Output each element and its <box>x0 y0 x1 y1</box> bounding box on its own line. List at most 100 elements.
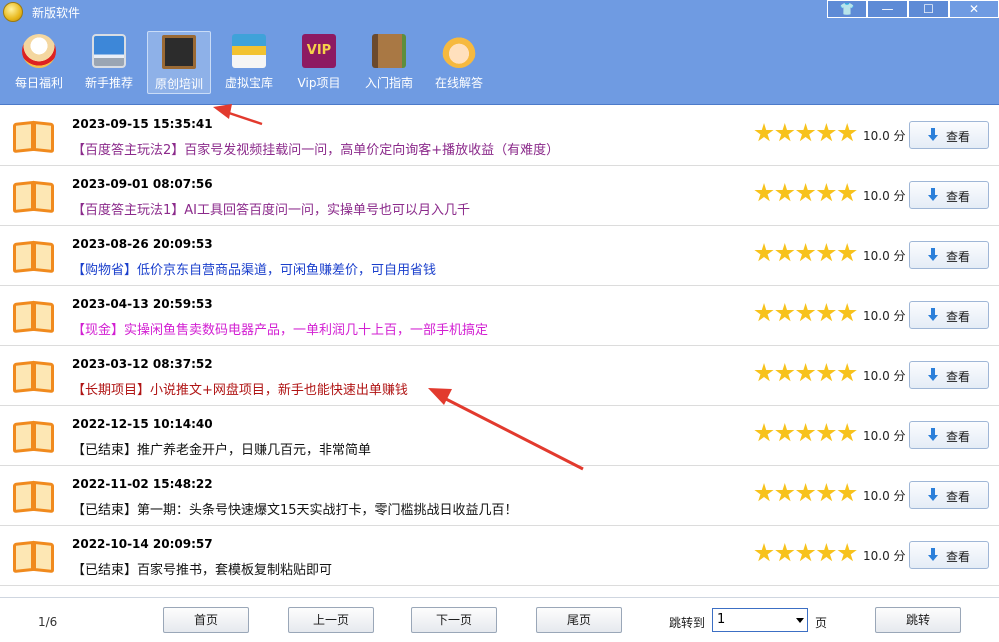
download-arrow-icon <box>928 128 938 142</box>
star-icon <box>837 423 857 442</box>
view-button-label: 查看 <box>946 130 971 144</box>
star-rating <box>754 123 858 145</box>
open-book-icon <box>13 120 55 156</box>
tool-label: 每日福利 <box>14 76 63 90</box>
title-bar: 新版软件 👕 — ☐ ✕ <box>0 0 999 24</box>
tool-original-training[interactable]: 原创培训 <box>147 31 211 94</box>
tool-label: 入门指南 <box>364 76 413 90</box>
view-button-label: 查看 <box>946 490 971 504</box>
star-rating <box>754 423 858 445</box>
list-item[interactable]: 2022-10-14 20:09:57 【已结束】百家号推书，套模板复制粘贴即可 1… <box>0 526 999 586</box>
view-button[interactable]: 查看 <box>909 301 989 329</box>
close-button[interactable]: ✕ <box>949 0 999 18</box>
tool-daily-welfare[interactable]: 每日福利 <box>7 31 71 94</box>
star-icon <box>795 183 816 202</box>
star-icon <box>754 423 774 442</box>
star-icon <box>816 183 836 202</box>
star-icon <box>816 483 836 502</box>
download-arrow-icon <box>928 548 938 562</box>
star-icon <box>816 363 836 382</box>
star-icon <box>775 423 795 442</box>
tool-online-support[interactable]: 在线解答 <box>427 31 491 94</box>
item-title[interactable]: 【已结束】推广养老金开户，日赚几百元，非常简单 <box>72 439 371 458</box>
view-button-label: 查看 <box>946 430 971 444</box>
view-button[interactable]: 查看 <box>909 121 989 149</box>
open-book-icon <box>13 300 55 336</box>
view-button[interactable]: 查看 <box>909 541 989 569</box>
page-select-value: 1 <box>717 612 726 627</box>
open-book-icon <box>13 540 55 576</box>
view-button[interactable]: 查看 <box>909 181 989 209</box>
last-page-button[interactable]: 尾页 <box>536 607 622 633</box>
item-title[interactable]: 【百度答主玩法2】百家号发视频挂载问一问，高单价定向询客+播放收益（有难度） <box>72 139 559 158</box>
view-button[interactable]: 查看 <box>909 361 989 389</box>
star-icon <box>795 243 816 262</box>
item-title[interactable]: 【已结束】百家号推书，套模板复制粘贴即可 <box>72 559 332 578</box>
list-item[interactable]: 2023-04-13 20:59:53 【现金】实操闲鱼售卖数码电器产品，一单利润… <box>0 286 999 346</box>
item-score: 10.0 分 <box>863 249 906 263</box>
list-item[interactable]: 2022-11-02 15:48:22 【已结束】第一期：头条号快速爆文15天实战… <box>0 466 999 526</box>
star-icon <box>795 483 816 502</box>
download-arrow-icon <box>928 308 938 322</box>
view-button-label: 查看 <box>946 250 971 264</box>
tool-vip-projects[interactable]: VIP Vip项目 <box>287 31 351 94</box>
item-date: 2023-09-01 08:07:56 <box>72 177 213 191</box>
item-title[interactable]: 【购物省】低价京东自营商品渠道，可闲鱼赚差价，可自用省钱 <box>72 259 436 278</box>
prev-page-button[interactable]: 上一页 <box>288 607 374 633</box>
star-icon <box>795 303 816 322</box>
open-book-icon <box>13 360 55 396</box>
star-icon <box>837 543 857 562</box>
open-book-icon <box>13 180 55 216</box>
item-score: 10.0 分 <box>863 189 906 203</box>
tool-virtual-treasury[interactable]: 虚拟宝库 <box>217 31 281 94</box>
tool-label: 虚拟宝库 <box>224 76 273 90</box>
view-button-label: 查看 <box>946 550 971 564</box>
item-score: 10.0 分 <box>863 129 906 143</box>
view-button[interactable]: 查看 <box>909 241 989 269</box>
blackboard-icon <box>162 35 196 69</box>
tool-beginner-recommend[interactable]: 新手推荐 <box>77 31 141 94</box>
list-item[interactable]: 2023-03-12 08:37:52 【长期项目】小说推文+网盘项目，新手也能快… <box>0 346 999 406</box>
lucky-cat-icon <box>22 34 56 68</box>
minimize-button[interactable]: — <box>867 0 908 18</box>
app-window: 新版软件 👕 — ☐ ✕ 每日福利 新手推荐 原创培训 虚拟宝库 VIP Vip… <box>0 0 999 642</box>
item-title[interactable]: 【现金】实操闲鱼售卖数码电器产品，一单利润几十上百，一部手机搞定 <box>72 319 488 338</box>
star-icon <box>754 483 774 502</box>
first-page-button[interactable]: 首页 <box>163 607 249 633</box>
view-button[interactable]: 查看 <box>909 481 989 509</box>
next-page-button[interactable]: 下一页 <box>411 607 497 633</box>
star-icon <box>816 243 836 262</box>
guide-book-icon <box>372 34 406 68</box>
star-icon <box>775 303 795 322</box>
item-date: 2023-09-15 15:35:41 <box>72 117 213 131</box>
star-icon <box>754 123 774 142</box>
list-item[interactable]: 2022-12-15 10:14:40 【已结束】推广养老金开户，日赚几百元，非常… <box>0 406 999 466</box>
item-title[interactable]: 【长期项目】小说推文+网盘项目，新手也能快速出单赚钱 <box>72 379 408 398</box>
maximize-button[interactable]: ☐ <box>908 0 949 18</box>
pager-bar: 1/6 首页 上一页 下一页 尾页 跳转到 1 页 跳转 <box>0 597 999 642</box>
star-icon <box>816 303 836 322</box>
item-title[interactable]: 【已结束】第一期：头条号快速爆文15天实战打卡，零门槛挑战日收益几百！ <box>72 499 518 518</box>
store-icon <box>232 34 266 68</box>
skin-button[interactable]: 👕 <box>827 0 867 18</box>
item-score: 10.0 分 <box>863 369 906 383</box>
tool-getting-started[interactable]: 入门指南 <box>357 31 421 94</box>
view-button[interactable]: 查看 <box>909 421 989 449</box>
tool-label: 在线解答 <box>434 76 483 90</box>
star-icon <box>775 183 795 202</box>
star-icon <box>754 243 774 262</box>
list-item[interactable]: 2023-08-26 20:09:53 【购物省】低价京东自营商品渠道，可闲鱼赚差… <box>0 226 999 286</box>
list-item[interactable]: 2023-09-01 08:07:56 【百度答主玩法1】AI工具回答百度问一问，… <box>0 166 999 226</box>
star-icon <box>754 183 774 202</box>
item-title[interactable]: 【百度答主玩法1】AI工具回答百度问一问，实操单号也可以月入几千 <box>72 199 470 218</box>
page-select[interactable]: 1 <box>712 608 808 632</box>
tool-label: 新手推荐 <box>84 76 133 90</box>
jump-button[interactable]: 跳转 <box>875 607 961 633</box>
tool-label: 原创培训 <box>154 77 203 91</box>
download-arrow-icon <box>928 248 938 262</box>
item-score: 10.0 分 <box>863 489 906 503</box>
item-score: 10.0 分 <box>863 309 906 323</box>
list-item[interactable]: 2023-09-15 15:35:41 【百度答主玩法2】百家号发视频挂载问一问，… <box>0 106 999 166</box>
item-date: 2022-12-15 10:14:40 <box>72 417 213 431</box>
page-unit-label: 页 <box>815 616 828 630</box>
